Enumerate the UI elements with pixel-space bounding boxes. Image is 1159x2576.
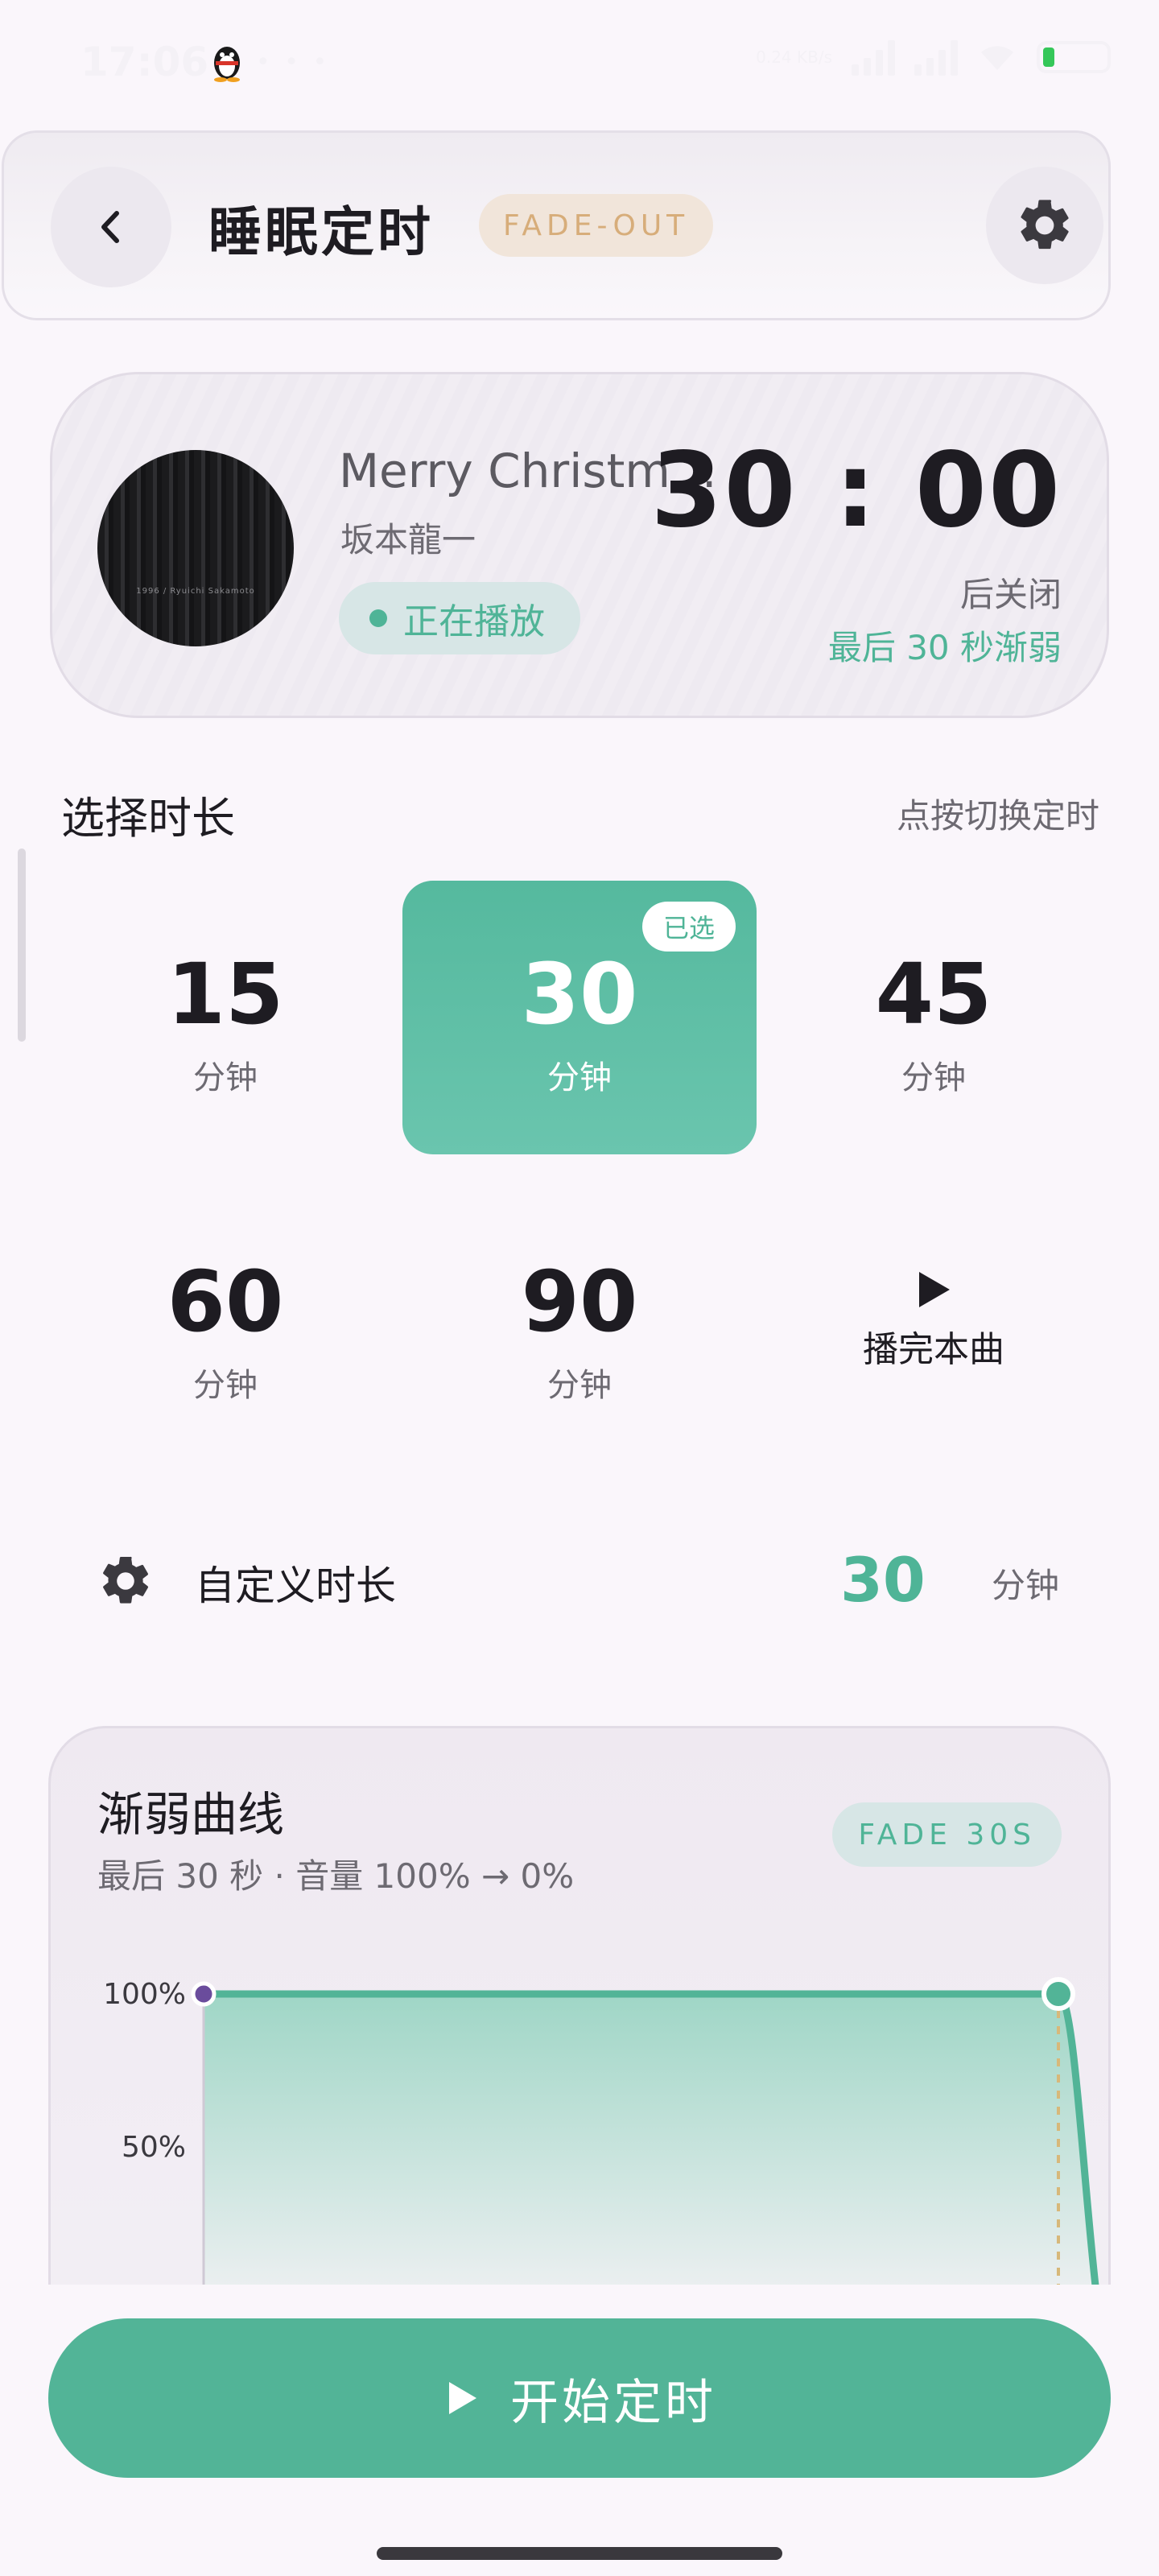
gear-icon bbox=[1021, 200, 1069, 250]
custom-duration-label: 自定义时长 bbox=[195, 1563, 396, 1609]
custom-duration-unit: 分钟 bbox=[992, 1566, 1060, 1605]
top-app-bar: 睡眠定时 FADE-OUT bbox=[2, 130, 1111, 320]
duration-option-15[interactable]: 15 分钟 bbox=[48, 881, 402, 1154]
y-tick-label: 100% bbox=[103, 1978, 186, 2011]
home-indicator[interactable] bbox=[377, 2547, 782, 2560]
duration-value: 30 bbox=[521, 945, 638, 1043]
duration-value: 15 bbox=[167, 945, 284, 1043]
chevron-left-icon bbox=[101, 211, 119, 243]
album-art-caption: 1996 / Ryuichi Sakamoto bbox=[136, 587, 255, 596]
status-dot-icon bbox=[369, 609, 387, 627]
duration-option-play-to-end[interactable]: 播完本曲 bbox=[757, 1188, 1111, 1462]
play-icon bbox=[449, 2382, 476, 2414]
album-art: 1996 / Ryuichi Sakamoto bbox=[97, 450, 294, 646]
page-title: 睡眠定时 bbox=[208, 201, 434, 263]
now-playing-card[interactable]: 1996 / Ryuichi Sakamoto Merry Christm… 坂… bbox=[50, 372, 1109, 718]
back-button[interactable] bbox=[51, 167, 171, 287]
fade-start-point bbox=[1041, 1977, 1075, 2011]
battery-icon bbox=[1037, 41, 1111, 73]
mode-badge: FADE-OUT bbox=[479, 194, 714, 257]
duration-unit: 分钟 bbox=[193, 1059, 258, 1096]
duration-unit: 分钟 bbox=[547, 1059, 612, 1096]
duration-option-60[interactable]: 60 分钟 bbox=[48, 1188, 402, 1462]
y-tick-label: 50% bbox=[122, 2131, 186, 2164]
after-close-label: 后关闭 bbox=[959, 575, 1062, 614]
custom-duration-row[interactable]: 自定义时长 30 分钟 bbox=[97, 1544, 1062, 1618]
status-bar: 17:06 • • • 0.24 KB/s bbox=[0, 0, 1159, 121]
scroll-indicator[interactable] bbox=[18, 848, 26, 1042]
countdown-display: 30 : 00 bbox=[650, 431, 1062, 551]
duration-section-hint: 点按切换定时 bbox=[896, 796, 1099, 836]
duration-unit: 分钟 bbox=[901, 1059, 966, 1096]
duration-unit: 分钟 bbox=[547, 1367, 612, 1404]
speed-text: 0.24 KB/s bbox=[756, 47, 832, 67]
fade-note: 最后 30 秒渐弱 bbox=[827, 628, 1062, 667]
duration-value: 90 bbox=[521, 1253, 638, 1351]
start-timer-label: 开始定时 bbox=[510, 2374, 716, 2431]
custom-duration-value[interactable]: 30 bbox=[840, 1544, 926, 1616]
duration-value: 45 bbox=[875, 945, 992, 1043]
play-end-label: 播完本曲 bbox=[863, 1329, 1004, 1370]
duration-section-title: 选择时长 bbox=[61, 793, 235, 844]
status-right: 0.24 KB/s bbox=[756, 39, 1111, 76]
selected-badge: 已选 bbox=[641, 902, 736, 952]
notification-dots: • • • bbox=[256, 48, 331, 76]
duration-option-30[interactable]: 已选 30 分钟 bbox=[402, 881, 757, 1154]
play-icon bbox=[919, 1272, 950, 1307]
qq-penguin-icon bbox=[214, 47, 240, 82]
gear-icon bbox=[103, 1556, 149, 1604]
duration-option-90[interactable]: 90 分钟 bbox=[402, 1188, 757, 1462]
track-artist: 坂本龍一 bbox=[340, 520, 476, 559]
playing-status-badge: 正在播放 bbox=[339, 582, 580, 654]
playing-status-label: 正在播放 bbox=[403, 601, 545, 642]
fade-area bbox=[204, 1994, 1097, 2300]
start-timer-button[interactable]: 开始定时 bbox=[48, 2318, 1111, 2478]
duration-grid: 15 分钟 已选 30 分钟 45 分钟 60 分钟 90 分钟 播完本曲 bbox=[48, 881, 1111, 1428]
duration-unit: 分钟 bbox=[193, 1367, 258, 1404]
signal-icon-2 bbox=[914, 39, 958, 76]
duration-option-45[interactable]: 45 分钟 bbox=[757, 881, 1111, 1154]
network-speed: 0.24 KB/s bbox=[756, 48, 832, 66]
settings-button[interactable] bbox=[986, 167, 1103, 284]
curve-start-point bbox=[191, 1981, 217, 2007]
duration-value: 60 bbox=[167, 1253, 284, 1351]
signal-icon bbox=[852, 39, 895, 76]
wifi-icon bbox=[981, 46, 1013, 70]
status-time: 17:06 bbox=[80, 39, 209, 85]
